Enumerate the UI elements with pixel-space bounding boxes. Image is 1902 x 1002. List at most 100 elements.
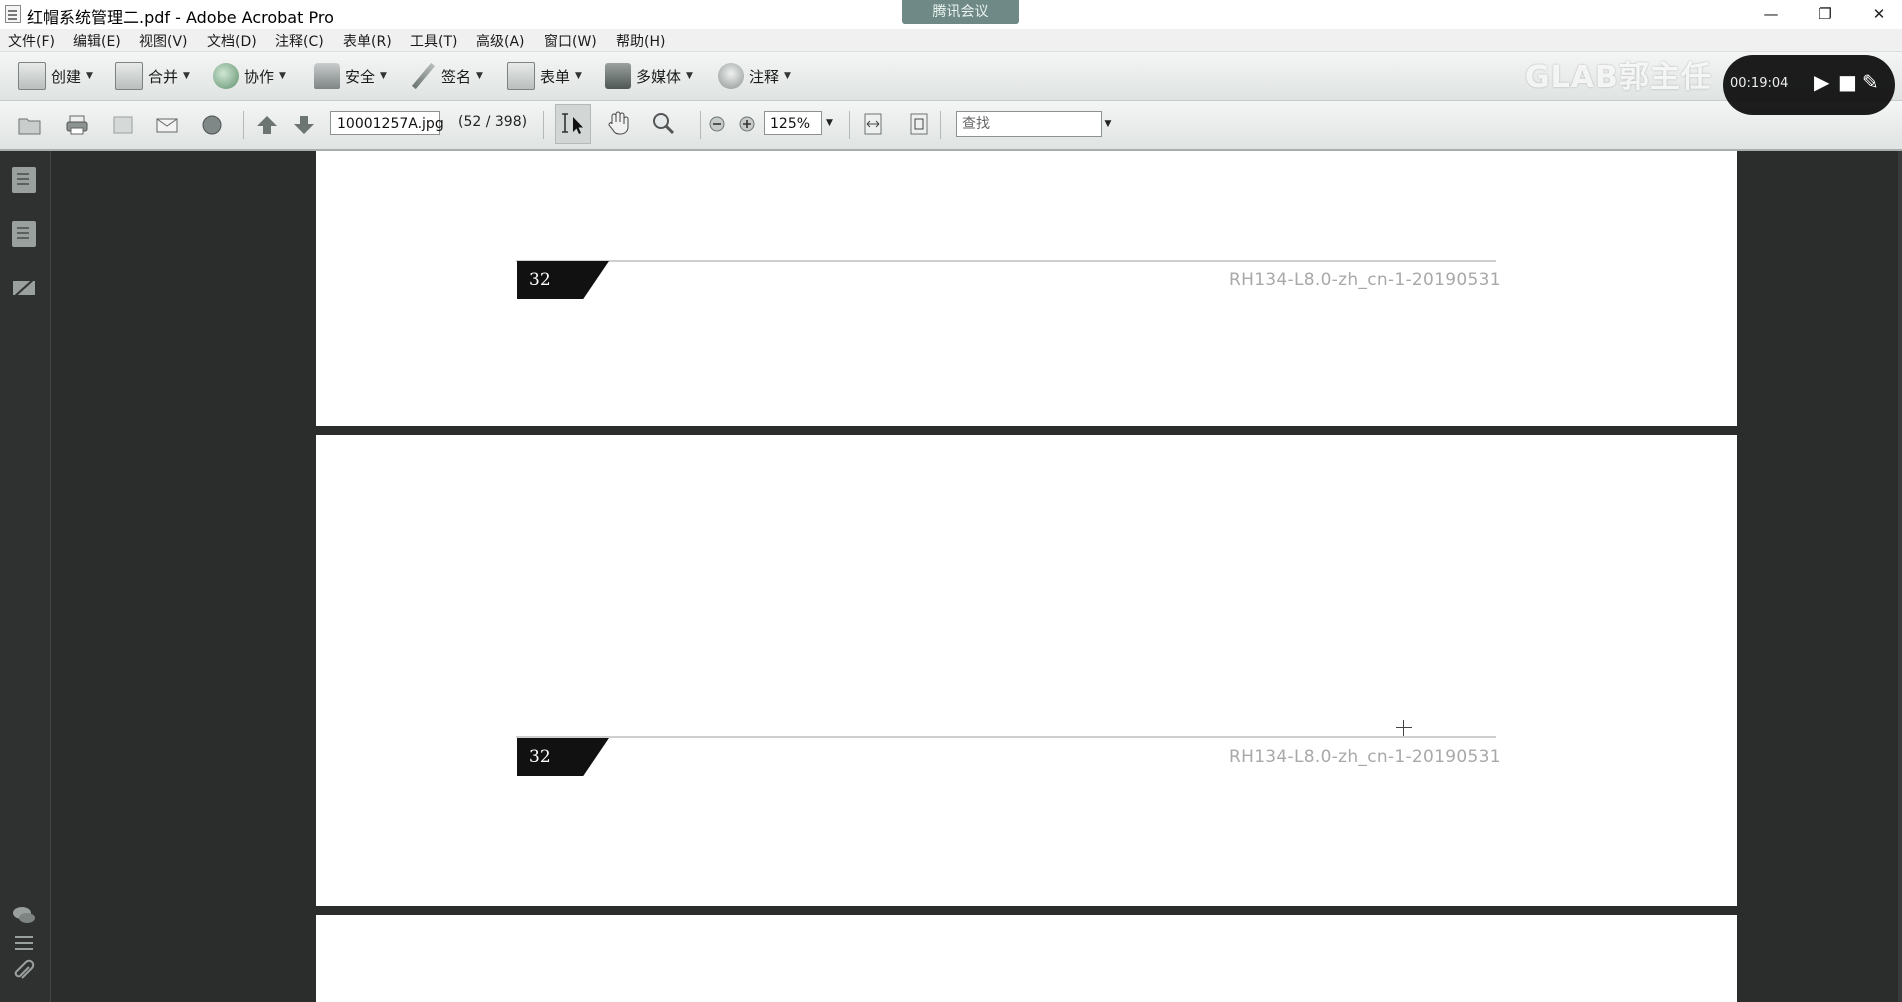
window-title: 红帽系统管理二.pdf - Adobe Acrobat Pro bbox=[27, 8, 334, 27]
comment-bubble-icon bbox=[718, 63, 744, 89]
menu-document[interactable]: 文档(D) bbox=[207, 31, 257, 51]
secure-button[interactable]: 安全 ▼ bbox=[314, 62, 387, 90]
crosshair-cursor-icon bbox=[1396, 720, 1412, 736]
zoom-dropdown-arrow-icon[interactable]: ▼ bbox=[823, 111, 836, 135]
pdf-page: 32 RH134-L8.0-zh_cn-1-20190531 bbox=[316, 151, 1737, 426]
dropdown-arrow-icon: ▼ bbox=[380, 71, 387, 81]
text-select-icon bbox=[562, 113, 583, 134]
zoom-out-icon[interactable] bbox=[708, 115, 726, 133]
video-watermark: GLAB郭主任 bbox=[1525, 60, 1712, 95]
menu-help[interactable]: 帮助(H) bbox=[616, 31, 665, 51]
dropdown-arrow-icon: ▼ bbox=[279, 71, 286, 81]
document-code: RH134-L8.0-zh_cn-1-20190531 bbox=[1229, 270, 1501, 290]
save-icon[interactable] bbox=[111, 114, 135, 136]
print-icon[interactable] bbox=[65, 114, 89, 136]
menu-advanced[interactable]: 高级(A) bbox=[476, 31, 525, 51]
menu-file[interactable]: 文件(F) bbox=[8, 31, 55, 51]
dropdown-arrow-icon: ▼ bbox=[784, 71, 791, 81]
vertical-scrollbar[interactable] bbox=[1898, 151, 1902, 1002]
bookmarks-icon[interactable] bbox=[12, 221, 36, 247]
arrow-down-icon[interactable] bbox=[292, 114, 316, 136]
forms-label: 表单 bbox=[540, 67, 571, 86]
close-button[interactable]: ✕ bbox=[1856, 0, 1902, 29]
comment-label: 注释 bbox=[749, 67, 780, 86]
navigation-toolbar bbox=[0, 101, 1902, 151]
menu-tools[interactable]: 工具(T) bbox=[410, 31, 457, 51]
pdf-page: 32 RH134-L8.0-zh_cn-1-20190531 bbox=[316, 435, 1737, 906]
page-number-tab: 32 bbox=[517, 261, 609, 299]
page-number-input[interactable]: 10001257A.jpg bbox=[330, 111, 444, 135]
navigation-panel bbox=[0, 151, 51, 1002]
form-icon bbox=[507, 62, 535, 90]
pdf-page bbox=[316, 915, 1737, 1002]
toolbar-separator bbox=[700, 111, 701, 139]
arrow-up-icon[interactable] bbox=[255, 114, 279, 136]
page-count-label: (52 / 398) bbox=[458, 114, 528, 130]
collaborate-icon bbox=[213, 63, 239, 89]
menu-bar: 文件(F) 编辑(E) 视图(V) 文档(D) 注释(C) 表单(R) 工具(T… bbox=[0, 29, 1902, 52]
share-icon[interactable] bbox=[200, 114, 224, 136]
multimedia-button[interactable]: 多媒体 ▼ bbox=[605, 62, 693, 90]
menu-comments[interactable]: 注释(C) bbox=[275, 31, 324, 51]
signatures-icon[interactable] bbox=[12, 275, 36, 301]
create-button[interactable]: 创建 ▼ bbox=[18, 62, 93, 90]
minimize-button[interactable]: — bbox=[1748, 0, 1794, 29]
meeting-indicator-tab[interactable]: 腾讯会议 bbox=[902, 0, 1019, 24]
menu-edit[interactable]: 编辑(E) bbox=[73, 31, 121, 51]
document-code: RH134-L8.0-zh_cn-1-20190531 bbox=[1229, 747, 1501, 767]
stop-icon[interactable]: ■ bbox=[1838, 70, 1857, 94]
dropdown-arrow-icon: ▼ bbox=[183, 71, 190, 81]
forms-button[interactable]: 表单 ▼ bbox=[507, 62, 582, 90]
toolbar-separator bbox=[940, 111, 941, 139]
toolbar-separator bbox=[243, 111, 244, 139]
sign-label: 签名 bbox=[441, 67, 472, 86]
zoom-in-icon[interactable] bbox=[738, 115, 756, 133]
dropdown-arrow-icon: ▼ bbox=[686, 71, 693, 81]
layers-icon[interactable] bbox=[12, 931, 36, 957]
zoom-level-input[interactable]: 125% bbox=[764, 111, 822, 135]
search-dropdown-arrow-icon[interactable]: ▼ bbox=[1102, 111, 1114, 137]
hand-icon[interactable] bbox=[605, 110, 631, 136]
attachment-icon[interactable] bbox=[12, 959, 36, 985]
multimedia-label: 多媒体 bbox=[636, 67, 682, 86]
fit-page-icon[interactable] bbox=[908, 112, 930, 136]
combine-files-icon bbox=[115, 62, 143, 90]
toolbar-separator bbox=[543, 111, 544, 139]
page-number-tab: 32 bbox=[517, 738, 609, 776]
dropdown-arrow-icon: ▼ bbox=[86, 71, 93, 81]
folder-open-icon[interactable] bbox=[18, 114, 42, 136]
sign-button[interactable]: 签名 ▼ bbox=[410, 62, 483, 90]
find-search-input[interactable]: 查找 bbox=[956, 111, 1102, 137]
combine-button[interactable]: 合并 ▼ bbox=[115, 62, 190, 90]
combine-label: 合并 bbox=[148, 67, 179, 86]
secure-label: 安全 bbox=[345, 67, 376, 86]
acrobat-app-icon[interactable] bbox=[5, 5, 21, 23]
create-label: 创建 bbox=[51, 67, 82, 86]
collaborate-button[interactable]: 协作 ▼ bbox=[213, 62, 286, 90]
multimedia-icon bbox=[605, 63, 631, 89]
footer-rule bbox=[516, 736, 1496, 738]
collaborate-label: 协作 bbox=[244, 67, 275, 86]
title-bar: 红帽系统管理二.pdf - Adobe Acrobat Pro 腾讯会议 — ❐… bbox=[0, 0, 1902, 30]
comment-button[interactable]: 注释 ▼ bbox=[718, 62, 791, 90]
pages-panel-icon[interactable] bbox=[12, 167, 36, 193]
comments-icon[interactable] bbox=[12, 903, 36, 929]
create-pdf-icon bbox=[18, 62, 46, 90]
dropdown-arrow-icon: ▼ bbox=[575, 71, 582, 81]
player-timestamp: 00:19:04 bbox=[1730, 76, 1789, 91]
pen-icon bbox=[410, 63, 436, 89]
email-icon[interactable] bbox=[155, 114, 179, 136]
lock-icon bbox=[314, 63, 340, 89]
document-view[interactable]: 32 RH134-L8.0-zh_cn-1-20190531 32 RH134-… bbox=[51, 151, 1902, 1002]
menu-view[interactable]: 视图(V) bbox=[139, 31, 188, 51]
restore-button[interactable]: ❐ bbox=[1802, 0, 1848, 29]
dropdown-arrow-icon: ▼ bbox=[476, 71, 483, 81]
play-icon[interactable]: ▶ bbox=[1814, 70, 1829, 94]
toolbar-separator bbox=[849, 111, 850, 139]
menu-window[interactable]: 窗口(W) bbox=[544, 31, 597, 51]
menu-forms[interactable]: 表单(R) bbox=[343, 31, 392, 51]
fit-width-icon[interactable] bbox=[862, 112, 884, 136]
zoom-icon[interactable] bbox=[650, 110, 676, 136]
pen-tool-icon[interactable]: ✎ bbox=[1862, 70, 1879, 94]
footer-rule bbox=[516, 260, 1496, 262]
